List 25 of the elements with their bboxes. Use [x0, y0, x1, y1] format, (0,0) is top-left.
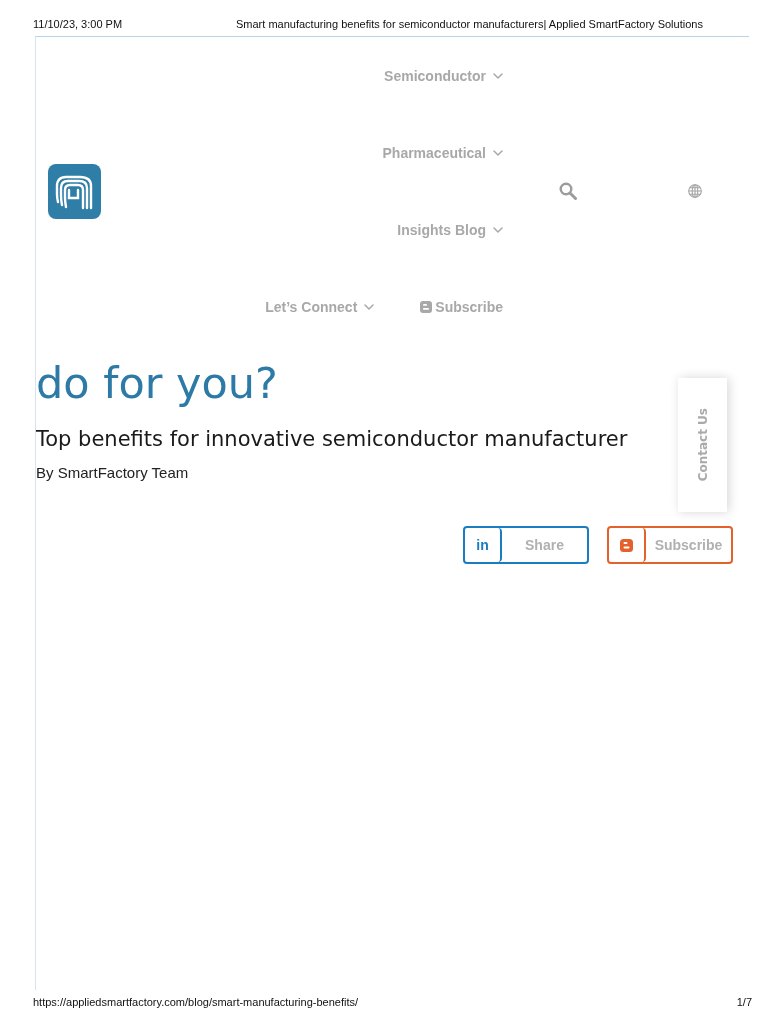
- chevron-down-icon: [493, 149, 503, 156]
- globe-icon[interactable]: [688, 184, 702, 198]
- chevron-down-icon: [493, 226, 503, 233]
- nav-menu-item[interactable]: Insights Blog: [397, 221, 503, 238]
- company-logo-icon[interactable]: [48, 163, 101, 219]
- share-button[interactable]: in Share: [463, 526, 589, 564]
- chevron-down-icon: [364, 303, 375, 310]
- nav-menu-item[interactable]: Let’s Connect: [265, 298, 375, 315]
- in-logo: in: [476, 537, 489, 553]
- contact-us-tab[interactable]: Contact Us: [678, 378, 727, 512]
- nav-menu-item[interactable]: Semiconductor: [384, 67, 503, 84]
- nav-subscribe-link[interactable]: Subscribe: [420, 298, 503, 315]
- article-subtitle: Top benefits for innovative semiconductor manufacturer: [36, 426, 628, 453]
- blog-icon: [420, 300, 433, 313]
- print-date: 11/10/23, 3:00 PM: [33, 18, 124, 32]
- blog-icon: [620, 538, 633, 552]
- search-icon[interactable]: [559, 182, 577, 200]
- article-byline: By SmartFactory Team: [36, 463, 189, 483]
- print-page-title: Smart manufacturing benefits for semiconductor manufacturers| Applied SmartFactory Solutions: [236, 18, 704, 32]
- page-number: 1/7: [736, 996, 752, 1009]
- nav-menu-item[interactable]: Pharmaceutical: [382, 144, 503, 161]
- subscribe-button[interactable]: Subscribe: [607, 526, 733, 564]
- chevron-down-icon: [493, 72, 503, 79]
- print-url: https://appliedsmartfactory.com/blog/smart-manufacturing-benefits/: [33, 996, 359, 1009]
- article-heading: do for you?: [36, 358, 278, 408]
